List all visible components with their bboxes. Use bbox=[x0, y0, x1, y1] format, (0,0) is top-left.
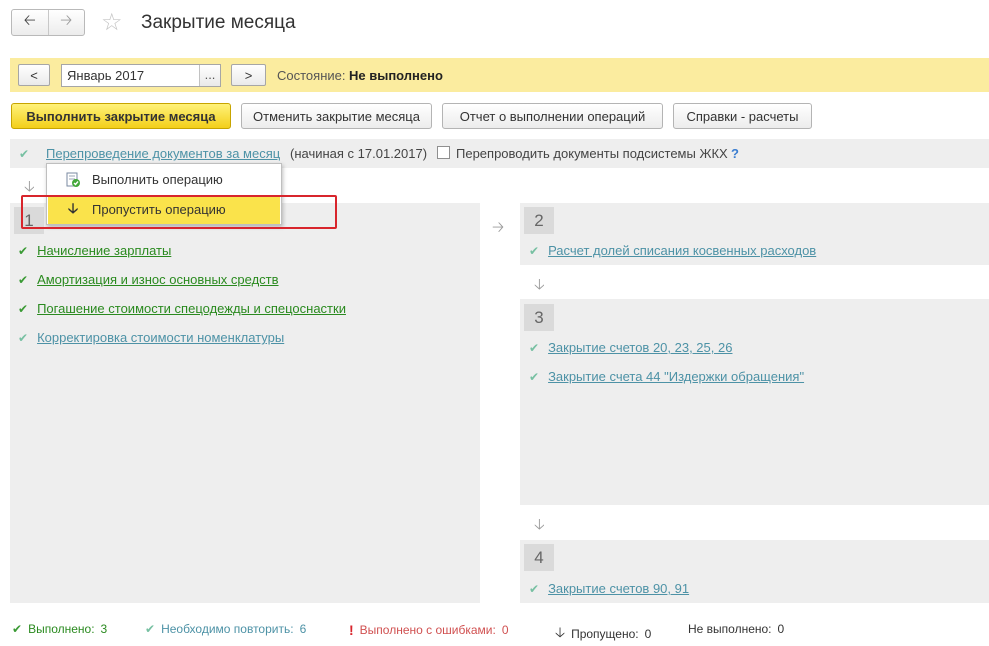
reposting-link[interactable]: Перепроведение документов за месяц bbox=[46, 146, 280, 161]
list-item: ✔ Закрытие счетов 90, 91 bbox=[529, 581, 689, 596]
calculations-button[interactable]: Справки - расчеты bbox=[673, 103, 812, 129]
zhkh-checkbox[interactable] bbox=[437, 146, 450, 159]
summary-done-count: 3 bbox=[100, 622, 108, 636]
check-icon: ✔ bbox=[529, 340, 540, 355]
summary-repeat-count: 6 bbox=[299, 622, 307, 636]
check-icon: ✔ bbox=[12, 622, 23, 636]
check-icon: ✔ bbox=[18, 330, 29, 345]
list-item: ✔ Начисление зарплаты bbox=[18, 243, 171, 258]
list-item: ✔ Расчет долей списания косвенных расход… bbox=[529, 243, 816, 258]
list-item: ✔ Амортизация и износ основных средств bbox=[18, 272, 279, 287]
period-field[interactable]: Январь 2017 ... bbox=[61, 64, 221, 87]
list-item: ✔ Закрытие счетов 20, 23, 25, 26 bbox=[529, 340, 732, 355]
summary-notdone: Не выполнено: 0 bbox=[688, 622, 784, 636]
list-item: ✔ Корректировка стоимости номенклатуры bbox=[18, 330, 284, 345]
help-icon[interactable]: ? bbox=[731, 146, 739, 161]
check-icon: ✔ bbox=[18, 301, 29, 316]
forward-button[interactable]: 🡢 bbox=[47, 10, 85, 35]
step-1-panel bbox=[10, 203, 480, 603]
arrow-down-icon: 🡣 bbox=[534, 276, 545, 293]
operation-link[interactable]: Закрытие счетов 90, 91 bbox=[548, 581, 689, 596]
summary-errors: ! Выполнено с ошибками: 0 bbox=[349, 622, 509, 638]
operation-link[interactable]: Расчет долей списания косвенных расходов bbox=[548, 243, 816, 258]
operation-link[interactable]: Закрытие счетов 20, 23, 25, 26 bbox=[548, 340, 732, 355]
summary-notdone-label: Не выполнено: bbox=[688, 622, 772, 636]
step-2-number: 2 bbox=[524, 207, 554, 234]
step-4-number: 4 bbox=[524, 544, 554, 571]
menu-item-run-operation[interactable]: Выполнить операцию bbox=[48, 165, 280, 194]
highlight-frame bbox=[21, 195, 337, 229]
check-icon: ✔ bbox=[529, 369, 540, 384]
cancel-month-close-button[interactable]: Отменить закрытие месяца bbox=[241, 103, 432, 129]
menu-item-label: Выполнить операцию bbox=[92, 172, 223, 187]
summary-skipped: 🡣 Пропущено: 0 bbox=[555, 622, 651, 646]
step-3-number: 3 bbox=[524, 304, 554, 331]
check-icon: ✔ bbox=[19, 147, 30, 161]
operation-link[interactable]: Корректировка стоимости номенклатуры bbox=[37, 330, 284, 345]
exclamation-icon: ! bbox=[349, 622, 354, 638]
operation-link[interactable]: Начисление зарплаты bbox=[37, 243, 171, 258]
check-icon: ✔ bbox=[18, 243, 29, 258]
period-picker-button[interactable]: ... bbox=[199, 65, 220, 86]
period-value[interactable]: Январь 2017 bbox=[62, 65, 199, 86]
star-icon[interactable]: ☆ bbox=[101, 9, 123, 37]
arrow-right-icon: 🡢 bbox=[492, 219, 505, 236]
summary-skipped-label: Пропущено: bbox=[571, 627, 639, 641]
arrow-down-icon: 🡣 bbox=[534, 516, 545, 533]
check-icon: ✔ bbox=[145, 622, 156, 636]
run-month-close-button[interactable]: Выполнить закрытие месяца bbox=[11, 103, 231, 129]
summary-skipped-count: 0 bbox=[644, 627, 652, 641]
summary-errors-count: 0 bbox=[501, 623, 509, 637]
reposting-since: (начиная с 17.01.2017) bbox=[290, 146, 428, 161]
check-icon: ✔ bbox=[18, 272, 29, 287]
page-title: Закрытие месяца bbox=[141, 12, 296, 33]
zhkh-checkbox-label[interactable]: Перепроводить документы подсистемы ЖКХ bbox=[456, 146, 728, 161]
check-icon: ✔ bbox=[529, 581, 540, 596]
prev-period-button[interactable]: < bbox=[18, 64, 50, 86]
operation-link[interactable]: Погашение стоимости спецодежды и спецосн… bbox=[37, 301, 346, 316]
arrow-left-icon: 🡠 bbox=[23, 12, 36, 29]
summary-notdone-count: 0 bbox=[777, 622, 785, 636]
status-value: Не выполнено bbox=[349, 68, 443, 83]
back-button[interactable]: 🡠 bbox=[12, 10, 48, 35]
list-item: ✔ Закрытие счета 44 "Издержки обращения" bbox=[529, 369, 804, 384]
next-period-button[interactable]: > bbox=[231, 64, 266, 86]
operation-link[interactable]: Закрытие счета 44 "Издержки обращения" bbox=[548, 369, 804, 384]
arrow-right-icon: 🡢 bbox=[60, 12, 73, 29]
operation-link[interactable]: Амортизация и износ основных средств bbox=[37, 272, 278, 287]
summary-repeat: ✔ Необходимо повторить: 6 bbox=[145, 622, 306, 636]
nav-buttons: 🡠 🡢 bbox=[11, 9, 85, 36]
check-icon: ✔ bbox=[529, 243, 540, 258]
summary-done-label: Выполнено: bbox=[28, 622, 95, 636]
operations-report-button[interactable]: Отчет о выполнении операций bbox=[442, 103, 663, 129]
step-3-panel bbox=[520, 299, 989, 505]
arrow-down-icon: 🡣 bbox=[555, 624, 566, 640]
summary-done: ✔ Выполнено: 3 bbox=[12, 622, 107, 636]
list-item: ✔ Погашение стоимости спецодежды и спецо… bbox=[18, 301, 346, 316]
status-label: Состояние: bbox=[277, 68, 346, 83]
summary-errors-label: Выполнено с ошибками: bbox=[359, 623, 496, 637]
run-operation-icon bbox=[60, 172, 86, 188]
summary-repeat-label: Необходимо повторить: bbox=[161, 622, 294, 636]
